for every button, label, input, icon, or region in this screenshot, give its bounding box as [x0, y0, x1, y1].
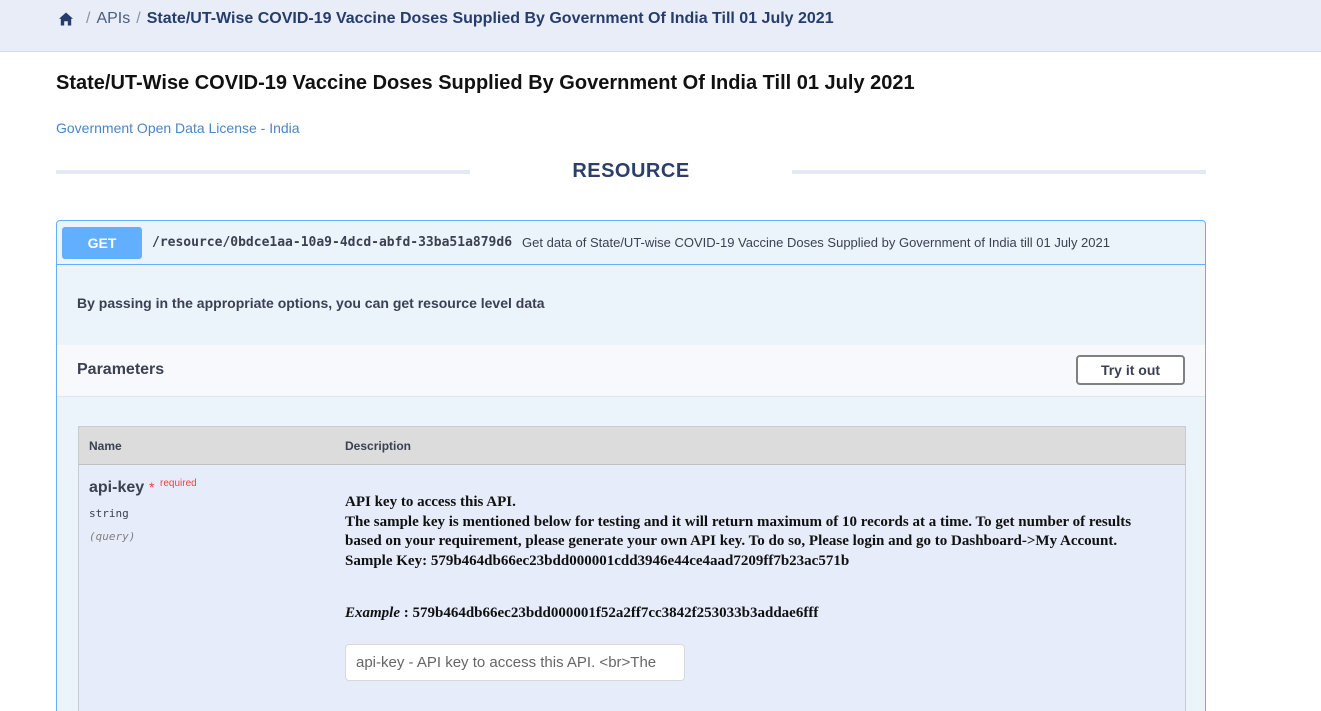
parameter-type: string [89, 507, 129, 520]
description-line: API key to access this API. [345, 494, 516, 510]
api-key-input[interactable] [345, 644, 685, 681]
description-line: The sample key is mentioned below for te… [345, 513, 1132, 550]
breadcrumb-separator: / [136, 10, 141, 27]
table-header: Name Description [79, 427, 1185, 465]
breadcrumb-apis-link[interactable]: APIs [96, 10, 130, 28]
operation-summary[interactable]: GET /resource/0bdce1aa-10a9-4dcd-abfd-33… [57, 221, 1205, 265]
column-header-name: Name [89, 439, 122, 453]
divider [56, 170, 470, 174]
breadcrumb: / APIs / State/UT-Wise COVID-19 Vaccine … [58, 10, 834, 28]
parameter-name: api-key [89, 479, 145, 496]
resource-section-header: RESOURCE [56, 158, 1206, 188]
breadcrumb-separator: / [86, 10, 91, 27]
section-title: RESOURCE [572, 160, 690, 182]
breadcrumb-current: State/UT-Wise COVID-19 Vaccine Doses Sup… [146, 10, 834, 27]
parameters-header: Parameters Try it out [57, 345, 1205, 397]
license-link[interactable]: Government Open Data License - India [56, 120, 300, 136]
operation-summary-text: Get data of State/UT-wise COVID-19 Vacci… [522, 235, 1110, 250]
example-value: : 579b464db66ec23bdd000001f52a2ff7cc3842… [400, 605, 819, 621]
operation-block: GET /resource/0bdce1aa-10a9-4dcd-abfd-33… [56, 220, 1206, 711]
operation-description: By passing in the appropriate options, y… [77, 295, 545, 311]
parameters-table: Name Description api-key * required stri… [78, 426, 1186, 711]
parameter-description: API key to access this API. The sample k… [345, 493, 1165, 571]
breadcrumb-bar: / APIs / State/UT-Wise COVID-19 Vaccine … [0, 0, 1321, 52]
home-icon[interactable] [58, 11, 74, 27]
example-label: Example [345, 605, 400, 621]
sample-key: Sample Key: 579b464db66ec23bdd000001cdd3… [345, 552, 850, 569]
parameters-title: Parameters [77, 361, 165, 378]
required-star: * [149, 479, 155, 495]
parameter-example: Example : 579b464db66ec23bdd000001f52a2f… [345, 605, 818, 622]
divider [792, 170, 1206, 174]
page-title: State/UT-Wise COVID-19 Vaccine Doses Sup… [56, 72, 915, 94]
try-it-out-button[interactable]: Try it out [1076, 355, 1185, 385]
required-label: required [160, 478, 197, 489]
operation-path: /resource/0bdce1aa-10a9-4dcd-abfd-33ba51… [152, 235, 513, 250]
column-header-description: Description [345, 439, 412, 453]
http-method-badge: GET [62, 226, 142, 259]
parameter-location: (query) [89, 530, 136, 543]
